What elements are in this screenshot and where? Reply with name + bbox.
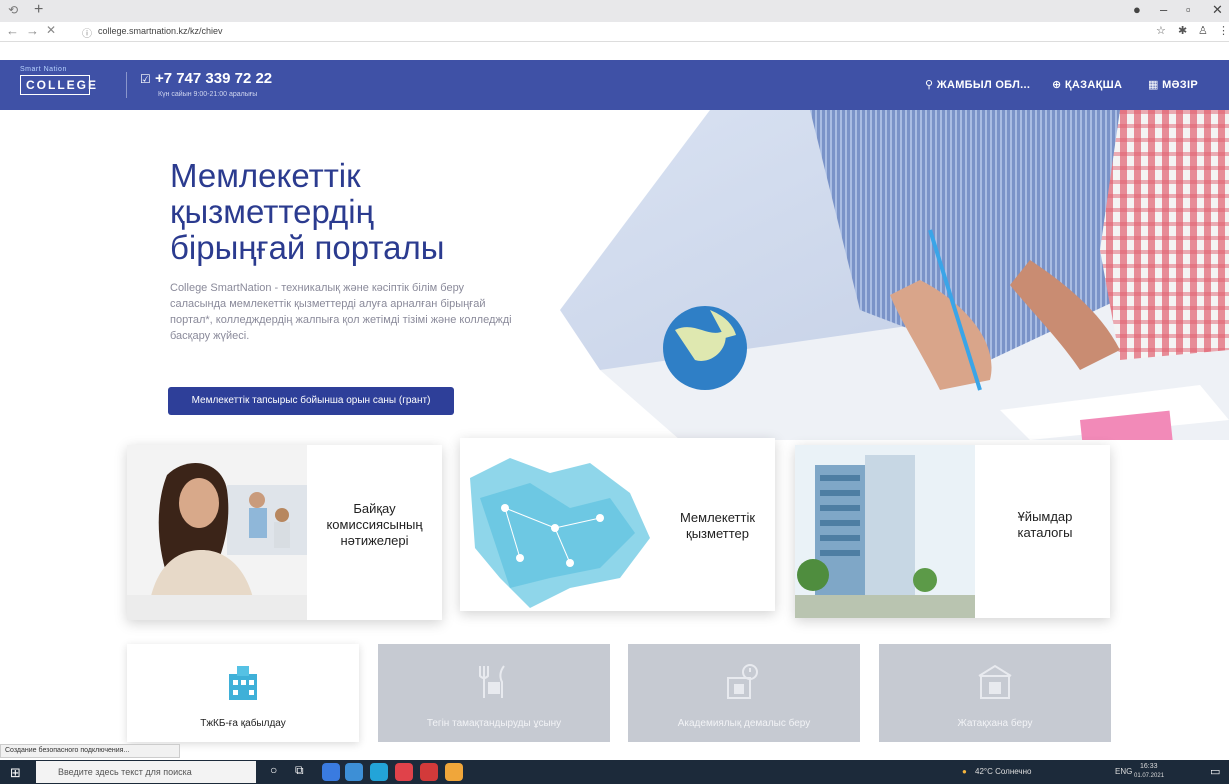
- tab-loading-icon[interactable]: ⟲: [8, 3, 18, 17]
- grant-button[interactable]: Мемлекеттік тапсырыс бойынша орын саны (…: [168, 387, 454, 415]
- chrome-app-icon[interactable]: [445, 763, 463, 781]
- header-divider: [126, 72, 127, 98]
- page-title: Мемлекеттік қызметтердің бірыңғай портал…: [170, 158, 550, 266]
- admission-building-icon: [229, 666, 257, 700]
- telegram-app-icon[interactable]: [370, 763, 388, 781]
- services-line-1: Мемлекеттік: [679, 510, 756, 525]
- menu-icon: ▦: [1148, 79, 1159, 91]
- admission-label: ТжКБ-ға қабылдау: [200, 718, 286, 729]
- task-view-icon[interactable]: ⧉: [295, 763, 313, 781]
- weather-label[interactable]: 42°C Солнечно: [975, 767, 1031, 776]
- phone-number[interactable]: ☑ +7 747 339 72 22: [140, 70, 272, 87]
- account-icon[interactable]: ♙: [1198, 24, 1208, 37]
- stop-icon[interactable]: ✕: [46, 23, 56, 37]
- phone-text: +7 747 339 72 22: [154, 70, 273, 87]
- service-tile-dormitory[interactable]: Жатақхана беру: [879, 644, 1111, 742]
- service-tile-academic-leave[interactable]: Академиялық демалыс беру: [628, 644, 860, 742]
- address-bar[interactable]: college.smartnation.kz/kz/chiev: [98, 26, 223, 36]
- college-building-image: [795, 445, 975, 618]
- minimize-button[interactable]: –: [1160, 2, 1167, 17]
- service-tile-free-meals[interactable]: Тегін тамақтандыруды ұсыну: [378, 644, 610, 742]
- close-window-button[interactable]: ✕: [1212, 2, 1223, 18]
- edge-app-icon[interactable]: [322, 763, 340, 781]
- region-label: ЖАМБЫЛ ОБЛ...: [936, 79, 1031, 91]
- dormitory-label: Жатақхана беру: [957, 718, 1033, 729]
- hero-description: College SmartNation - техникалық және кә…: [170, 282, 512, 342]
- browser-tab-strip: ⟲ + ● – ▫ ✕: [0, 0, 1229, 22]
- location-pin-icon: ⚲: [925, 79, 934, 91]
- phone-icon: ☑: [140, 72, 151, 86]
- site-header: Smart Nation COLLEGE ☑ +7 747 339 72 22 …: [0, 60, 1229, 110]
- commission-results-label: Байқау комиссиясының нәтижелері: [307, 501, 442, 549]
- region-selector[interactable]: ⚲ ЖАМБЫЛ ОБЛ...: [925, 78, 1030, 91]
- clock-time[interactable]: 16:33: [1140, 763, 1158, 770]
- file-explorer-icon[interactable]: [345, 763, 363, 781]
- catalog-line-1: Ұйымдар: [1017, 509, 1073, 524]
- logo-tagline: Smart Nation: [20, 66, 67, 73]
- profile-icon[interactable]: ●: [1133, 2, 1141, 17]
- state-services-label: Мемлекеттік қызметтер: [660, 510, 775, 542]
- taskbar-search-input[interactable]: Введите здесь текст для поиска: [36, 761, 256, 783]
- info-icon[interactable]: ⓘ: [82, 25, 92, 40]
- input-language[interactable]: ENG: [1115, 767, 1132, 776]
- browser-menu-icon[interactable]: ⋮: [1218, 24, 1229, 37]
- browser-toolbar: ← → ✕ ⓘ college.smartnation.kz/kz/chiev …: [0, 22, 1229, 42]
- browser-status-bar: Создание безопасного подключения...: [0, 744, 180, 758]
- language-selector[interactable]: ⊕ ҚАЗАҚША: [1052, 78, 1122, 91]
- working-hours: Күн сайын 9:00-21:00 аралығы: [158, 91, 258, 98]
- forward-icon[interactable]: →: [26, 23, 39, 38]
- students-exam-image: [127, 445, 307, 620]
- meals-lock-icon: [479, 665, 505, 698]
- new-tab-button[interactable]: +: [34, 1, 43, 19]
- windows-start-icon[interactable]: ⊞: [10, 765, 21, 781]
- extensions-icon[interactable]: ✱: [1178, 24, 1187, 37]
- notifications-icon[interactable]: ▭: [1210, 765, 1220, 778]
- free-meals-label: Тегін тамақтандыруды ұсыну: [426, 718, 562, 729]
- organizations-catalog-card[interactable]: Ұйымдар каталогы: [795, 445, 1110, 618]
- dormitory-lock-icon: [978, 664, 1012, 699]
- bookmark-star-icon[interactable]: ☆: [1156, 24, 1166, 37]
- language-label: ҚАЗАҚША: [1064, 79, 1123, 91]
- college-logo[interactable]: Smart Nation COLLEGE: [20, 66, 96, 102]
- service-tile-admission[interactable]: ТжКБ-ға қабылдау: [127, 644, 359, 742]
- title-line-1: Мемлекеттік: [170, 157, 361, 194]
- state-services-card[interactable]: Мемлекеттік қызметтер: [460, 438, 775, 611]
- commission-line-2: комиссиясының: [326, 517, 423, 532]
- clock-date[interactable]: 01.07.2021: [1134, 773, 1164, 779]
- title-line-2: қызметтердің: [170, 193, 374, 230]
- services-line-2: қызметтер: [686, 526, 749, 541]
- academic-leave-label: Академиялық демалыс беру: [677, 718, 811, 729]
- menu-button[interactable]: ▦ МӘЗІР: [1148, 78, 1198, 91]
- commission-line-1: Байқау: [353, 501, 396, 516]
- cortana-icon[interactable]: ○: [270, 763, 288, 781]
- opera-app-icon[interactable]: [395, 763, 413, 781]
- yandex-app-icon[interactable]: [420, 763, 438, 781]
- maximize-button[interactable]: ▫: [1186, 2, 1191, 17]
- hero-image: [560, 110, 1229, 440]
- globe-icon: ⊕: [1052, 79, 1062, 91]
- catalog-line-2: каталогы: [1017, 525, 1073, 540]
- kazakhstan-map-image: [460, 438, 660, 611]
- commission-line-3: нәтижелері: [340, 533, 409, 548]
- title-line-3: бірыңғай порталы: [170, 229, 445, 266]
- weather-icon[interactable]: ●: [962, 767, 967, 776]
- organizations-catalog-label: Ұйымдар каталогы: [980, 509, 1110, 541]
- academic-leave-lock-icon: [727, 664, 758, 699]
- logo-text: COLLEGE: [20, 75, 96, 95]
- back-icon[interactable]: ←: [6, 23, 19, 38]
- commission-results-card[interactable]: Байқау комиссиясының нәтижелері: [127, 445, 442, 620]
- menu-label: МӘЗІР: [1162, 79, 1198, 91]
- windows-taskbar: ⊞ Введите здесь текст для поиска ○ ⧉ ● 4…: [0, 760, 1229, 784]
